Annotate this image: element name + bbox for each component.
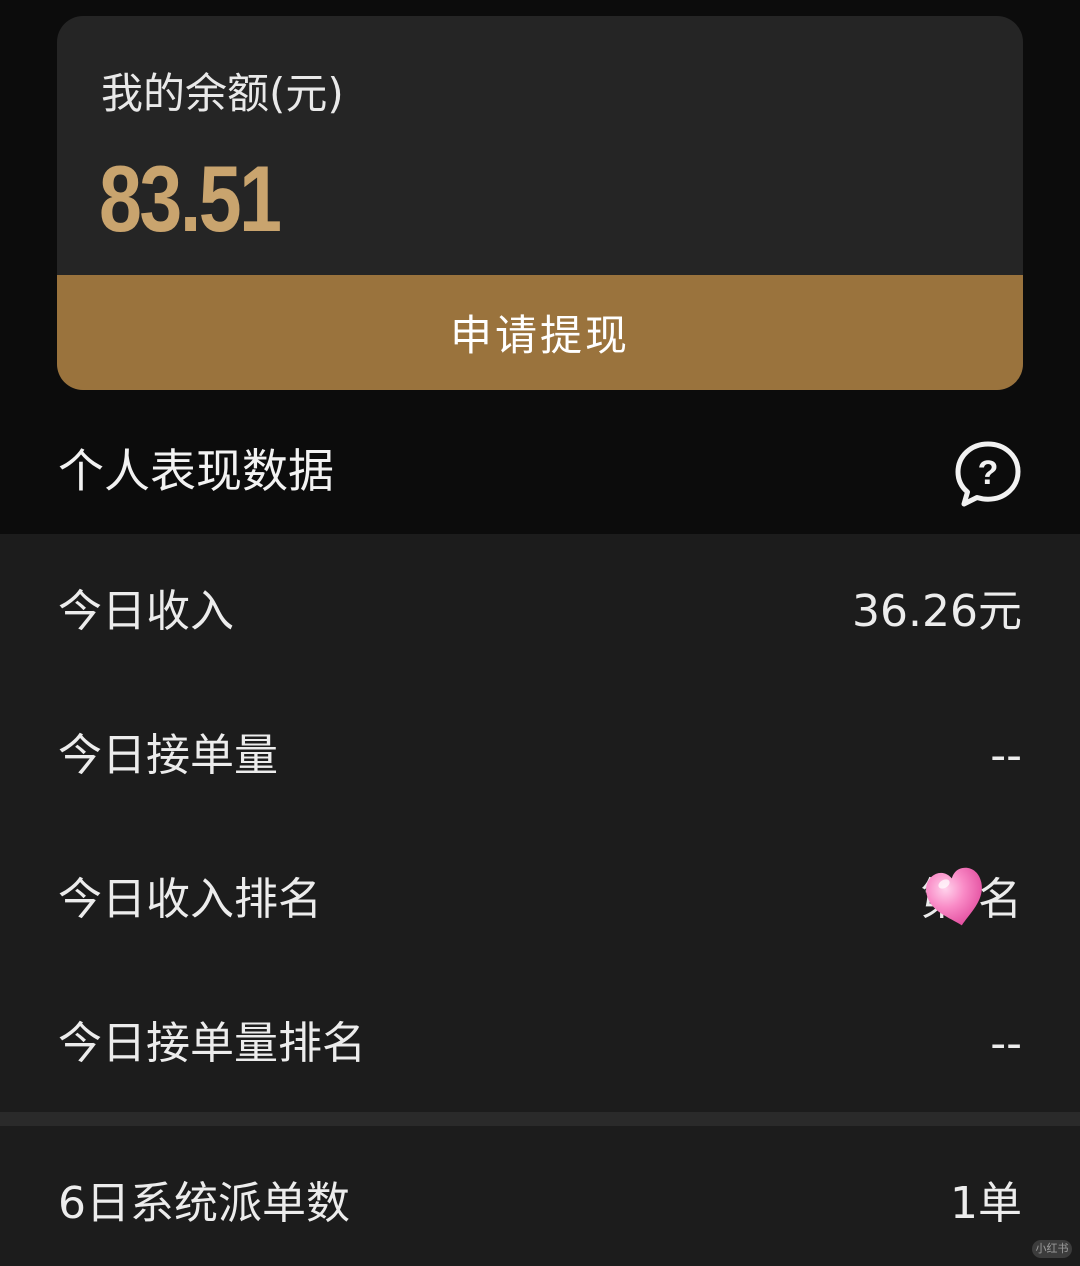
withdraw-button[interactable]: 申请提现 — [57, 275, 1023, 390]
stat-label: 今日接单量 — [58, 730, 278, 781]
stats-panel-secondary: 6日系统派单数 1单 — [0, 1126, 1080, 1266]
stat-row-system-dispatch: 6日系统派单数 1单 — [0, 1140, 1080, 1260]
stat-label: 6日系统派单数 — [58, 1178, 350, 1229]
stats-panel: 今日收入 36.26元 今日接单量 -- 今日收入排名 第 名 今日接单量排名 … — [0, 534, 1080, 1112]
stat-label: 今日收入排名 — [58, 874, 322, 925]
section-title: 个人表现数据 — [58, 444, 334, 498]
balance-label: 我的余额(元) — [101, 69, 344, 118]
stat-row-today-orders: 今日接单量 -- — [0, 692, 1080, 812]
watermark-logo: 小红书 — [1032, 1240, 1072, 1258]
stat-value: -- — [990, 1018, 1022, 1069]
section-divider — [0, 1112, 1080, 1126]
stat-row-income-rank: 今日收入排名 第 名 — [0, 836, 1080, 956]
stat-value: 1单 — [950, 1178, 1022, 1229]
performance-section-header: 个人表现数据 ? — [0, 416, 1080, 534]
svg-text:?: ? — [978, 454, 999, 492]
balance-amount: 83.51 — [99, 146, 282, 251]
stat-value: 36.26元 — [852, 586, 1022, 637]
stat-row-orders-rank: 今日接单量排名 -- — [0, 980, 1080, 1100]
question-bubble-icon[interactable]: ? — [952, 438, 1024, 510]
balance-card: 我的余额(元) 83.51 申请提现 — [57, 16, 1023, 390]
stat-label: 今日收入 — [58, 586, 234, 637]
heart-sticker-icon — [926, 867, 982, 926]
stat-value: -- — [990, 730, 1022, 781]
stat-row-today-income: 今日收入 36.26元 — [0, 548, 1080, 668]
stat-label: 今日接单量排名 — [58, 1018, 366, 1069]
